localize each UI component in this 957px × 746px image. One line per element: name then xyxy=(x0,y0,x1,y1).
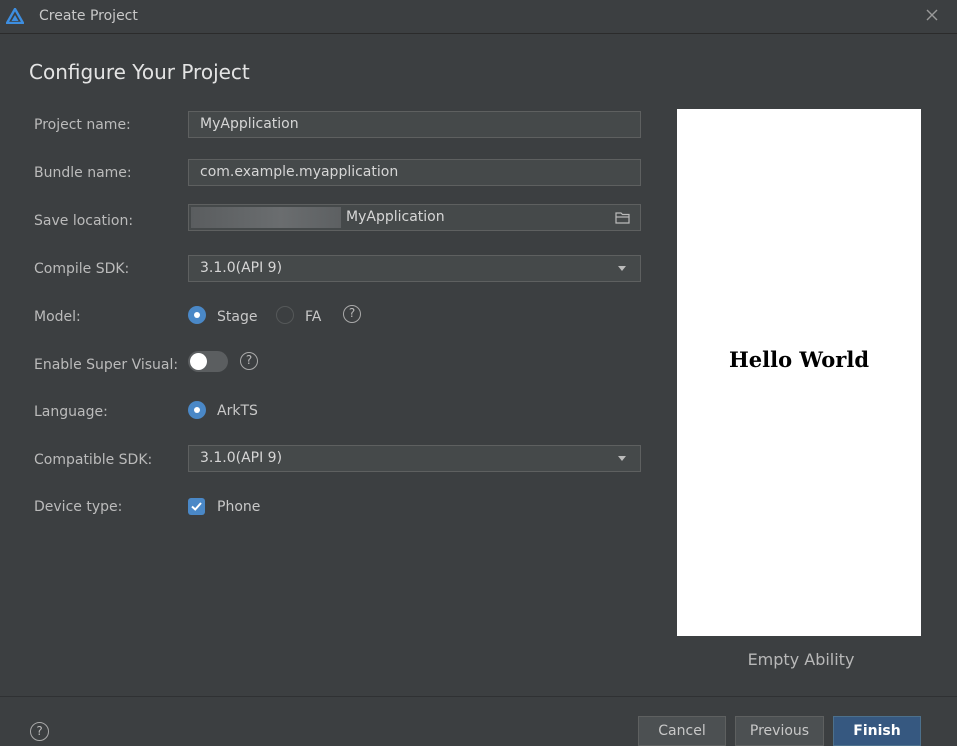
page-title: Configure Your Project xyxy=(29,60,250,84)
model-help-icon[interactable]: ? xyxy=(343,305,361,323)
model-stage-radio[interactable] xyxy=(188,306,206,324)
bundle-name-label: Bundle name: xyxy=(34,165,132,181)
save-location-input[interactable]: MyApplication xyxy=(188,204,641,231)
toggle-knob xyxy=(190,353,207,370)
compile-sdk-select[interactable]: 3.1.0(API 9) xyxy=(188,255,641,282)
super-visual-label: Enable Super Visual: xyxy=(34,357,179,373)
template-name: Empty Ability xyxy=(747,650,855,669)
template-preview: Hello World xyxy=(677,109,921,636)
footer-divider xyxy=(0,696,957,697)
super-visual-toggle[interactable] xyxy=(188,351,228,372)
project-name-label: Project name: xyxy=(34,117,131,133)
finish-button[interactable]: Finish xyxy=(833,716,921,746)
dropdown-arrow-icon xyxy=(618,456,626,461)
compatible-sdk-select[interactable]: 3.1.0(API 9) xyxy=(188,445,641,472)
save-location-value: MyApplication xyxy=(346,209,445,225)
compile-sdk-value: 3.1.0(API 9) xyxy=(200,260,283,276)
checkmark-icon xyxy=(191,502,202,511)
app-logo-icon xyxy=(6,8,24,24)
device-phone-checkbox[interactable] xyxy=(188,498,205,515)
model-stage-label: Stage xyxy=(217,309,258,325)
previous-button[interactable]: Previous xyxy=(735,716,824,746)
compatible-sdk-value: 3.1.0(API 9) xyxy=(200,450,283,466)
window-title: Create Project xyxy=(39,8,138,24)
bundle-name-input[interactable]: com.example.myapplication xyxy=(188,159,641,186)
model-fa-label: FA xyxy=(305,309,322,325)
save-location-label: Save location: xyxy=(34,213,134,229)
help-icon[interactable]: ? xyxy=(30,722,49,741)
device-type-label: Device type: xyxy=(34,499,123,515)
title-bar: Create Project xyxy=(0,0,957,34)
masked-path xyxy=(191,207,341,228)
super-visual-help-icon[interactable]: ? xyxy=(240,352,258,370)
preview-hello-text: Hello World xyxy=(728,347,870,372)
close-icon[interactable] xyxy=(923,6,941,24)
device-phone-label: Phone xyxy=(217,499,261,515)
compile-sdk-label: Compile SDK: xyxy=(34,261,130,277)
compatible-sdk-label: Compatible SDK: xyxy=(34,452,153,468)
cancel-button[interactable]: Cancel xyxy=(638,716,726,746)
model-label: Model: xyxy=(34,309,81,325)
language-arkts-label: ArkTS xyxy=(217,403,258,419)
model-fa-radio[interactable] xyxy=(276,306,294,324)
project-name-input[interactable]: MyApplication xyxy=(188,111,641,138)
dropdown-arrow-icon xyxy=(618,266,626,271)
language-label: Language: xyxy=(34,404,108,420)
language-arkts-radio[interactable] xyxy=(188,401,206,419)
folder-icon[interactable] xyxy=(615,211,630,224)
